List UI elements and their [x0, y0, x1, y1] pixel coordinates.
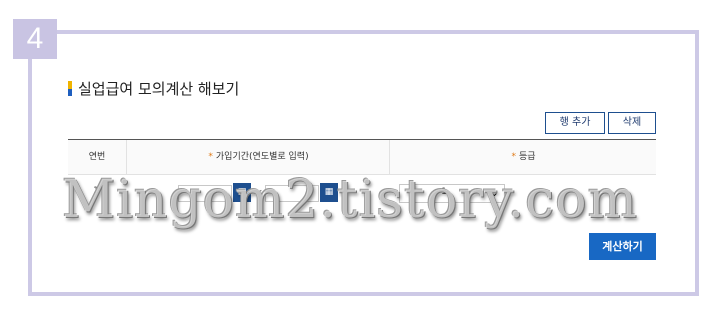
table-header: 연번 * 가입기간(연도별로 입력) * 등급: [68, 140, 656, 175]
period-end-input[interactable]: [265, 185, 319, 202]
required-mark: *: [208, 152, 213, 162]
header-period-label: 가입기간(연도별로 입력): [215, 152, 309, 162]
chevron-down-icon: ⌄: [489, 186, 499, 199]
calendar-icon[interactable]: ▦: [233, 183, 251, 202]
section-title-text: 실업급여 모의계산 해보기: [78, 80, 240, 98]
title-marker-icon: [68, 81, 72, 96]
row-number: 1: [93, 186, 99, 196]
step-badge: 4: [13, 19, 57, 59]
section-title: 실업급여 모의계산 해보기: [68, 78, 239, 99]
add-row-button[interactable]: 행 추가: [545, 112, 605, 134]
required-mark: *: [511, 152, 516, 162]
period-start-input[interactable]: [178, 185, 232, 202]
calculate-button[interactable]: 계산하기: [589, 233, 656, 260]
period-separator: ~: [254, 186, 263, 197]
header-grade: * 등급: [389, 140, 657, 174]
grade-select-value: 1: [441, 187, 447, 197]
header-period: * 가입기간(연도별로 입력): [126, 140, 390, 174]
header-number: 연번: [88, 152, 106, 162]
calendar-icon[interactable]: ▦: [320, 183, 338, 202]
header-grade-label: 등급: [518, 152, 536, 162]
delete-button[interactable]: 삭제: [608, 112, 656, 134]
grade-select[interactable]: 1 ⌄: [399, 184, 505, 203]
